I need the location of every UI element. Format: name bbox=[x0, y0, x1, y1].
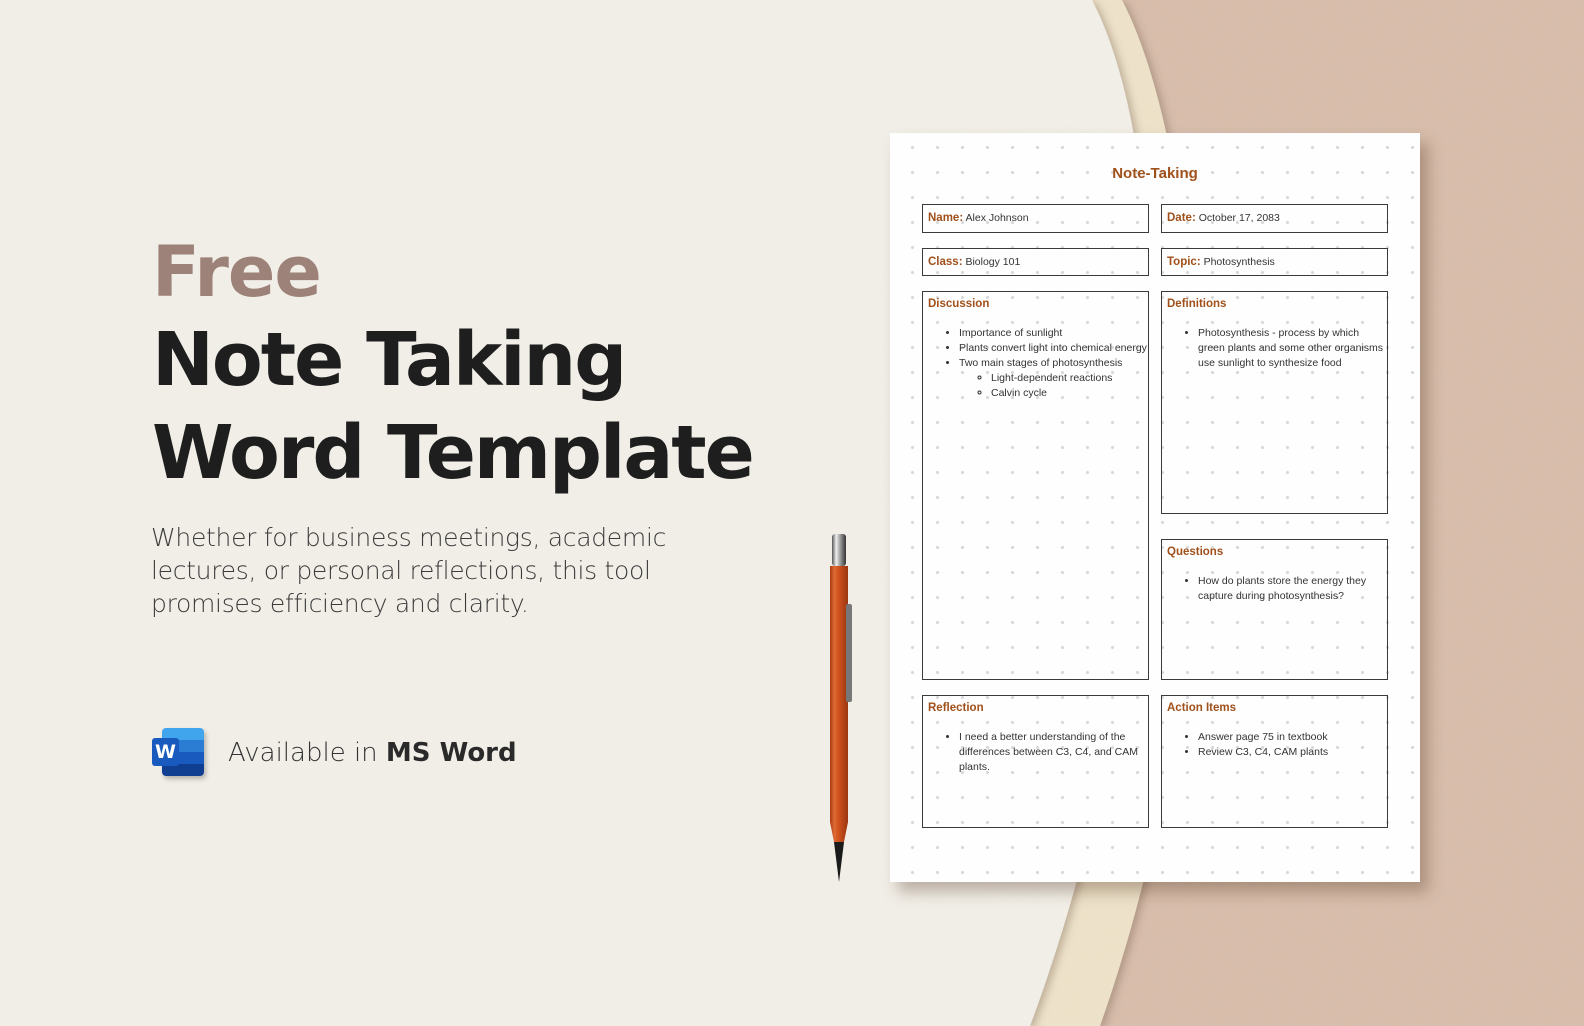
topic-label: Topic bbox=[1167, 256, 1197, 268]
action-item: Answer page 75 in textbook bbox=[1198, 730, 1387, 745]
discussion-subitem: Light-dependent reactions bbox=[991, 371, 1148, 386]
date-value: October 17, 2083 bbox=[1198, 212, 1280, 224]
discussion-item: Two main stages of photosynthesis Light-… bbox=[959, 356, 1148, 401]
questions-list: How do plants store the energy they capt… bbox=[1162, 574, 1387, 604]
discussion-title: Discussion bbox=[928, 298, 990, 310]
reflection-list: I need a better understanding of the dif… bbox=[923, 730, 1148, 775]
date-label: Date bbox=[1167, 212, 1192, 224]
title-line-2: Word Template bbox=[152, 410, 755, 496]
free-badge: Free bbox=[152, 231, 322, 313]
definitions-list: Photosynthesis - process by which green … bbox=[1162, 326, 1387, 371]
action-items-section: Action Items Answer page 75 in textbook … bbox=[1161, 695, 1388, 828]
discussion-list: Importance of sunlight Plants convert li… bbox=[923, 326, 1148, 401]
reflection-section: Reflection I need a better understanding… bbox=[922, 695, 1149, 828]
action-items-title: Action Items bbox=[1167, 702, 1237, 714]
questions-section: Questions How do plants store the energy… bbox=[1161, 539, 1388, 680]
title-line-1: Note Taking bbox=[152, 317, 627, 403]
available-text: Available in MS Word bbox=[228, 738, 517, 768]
discussion-section: Discussion Importance of sunlight Plants… bbox=[922, 291, 1149, 680]
hero-heading: Free Note Taking Word Template bbox=[152, 231, 755, 500]
class-field: Class: Biology 101 bbox=[922, 248, 1149, 276]
name-value: Alex Johnson bbox=[965, 212, 1029, 224]
date-field: Date: October 17, 2083 bbox=[1161, 204, 1388, 233]
question-item: How do plants store the energy they capt… bbox=[1198, 574, 1387, 604]
class-value: Biology 101 bbox=[965, 256, 1021, 268]
name-field: Name: Alex Johnson bbox=[922, 204, 1149, 233]
document-title: Note-Taking bbox=[1112, 165, 1198, 182]
available-prefix: Available in bbox=[228, 738, 386, 768]
discussion-item: Importance of sunlight bbox=[959, 326, 1148, 341]
discussion-sublist: Light-dependent reactions Calvin cycle bbox=[959, 371, 1148, 401]
reflection-title: Reflection bbox=[928, 702, 984, 714]
definitions-section: Definitions Photosynthesis - process by … bbox=[1161, 291, 1388, 514]
available-in-badge: W Available in MS Word bbox=[152, 728, 517, 778]
name-label: Name bbox=[928, 212, 960, 224]
questions-title: Questions bbox=[1167, 546, 1224, 558]
pen-icon bbox=[830, 534, 852, 882]
topic-value: Photosynthesis bbox=[1203, 256, 1275, 268]
discussion-subitem: Calvin cycle bbox=[991, 386, 1148, 401]
document-preview: Note-Taking Name: Alex Johnson Date: Oct… bbox=[890, 133, 1420, 882]
definitions-title: Definitions bbox=[1167, 298, 1227, 310]
topic-field: Topic: Photosynthesis bbox=[1161, 248, 1388, 276]
reflection-item: I need a better understanding of the dif… bbox=[959, 730, 1148, 775]
action-items-list: Answer page 75 in textbook Review C3, C4… bbox=[1162, 730, 1387, 760]
definition-item: Photosynthesis - process by which green … bbox=[1198, 326, 1387, 371]
action-item: Review C3, C4, CAM plants bbox=[1198, 745, 1387, 760]
hero-subtitle: Whether for business meetings, academic … bbox=[151, 523, 667, 618]
class-label: Class bbox=[928, 256, 959, 268]
ms-word-icon: W bbox=[152, 728, 206, 778]
available-app-name: MS Word bbox=[385, 738, 517, 768]
discussion-item: Plants convert light into chemical energ… bbox=[959, 341, 1148, 356]
